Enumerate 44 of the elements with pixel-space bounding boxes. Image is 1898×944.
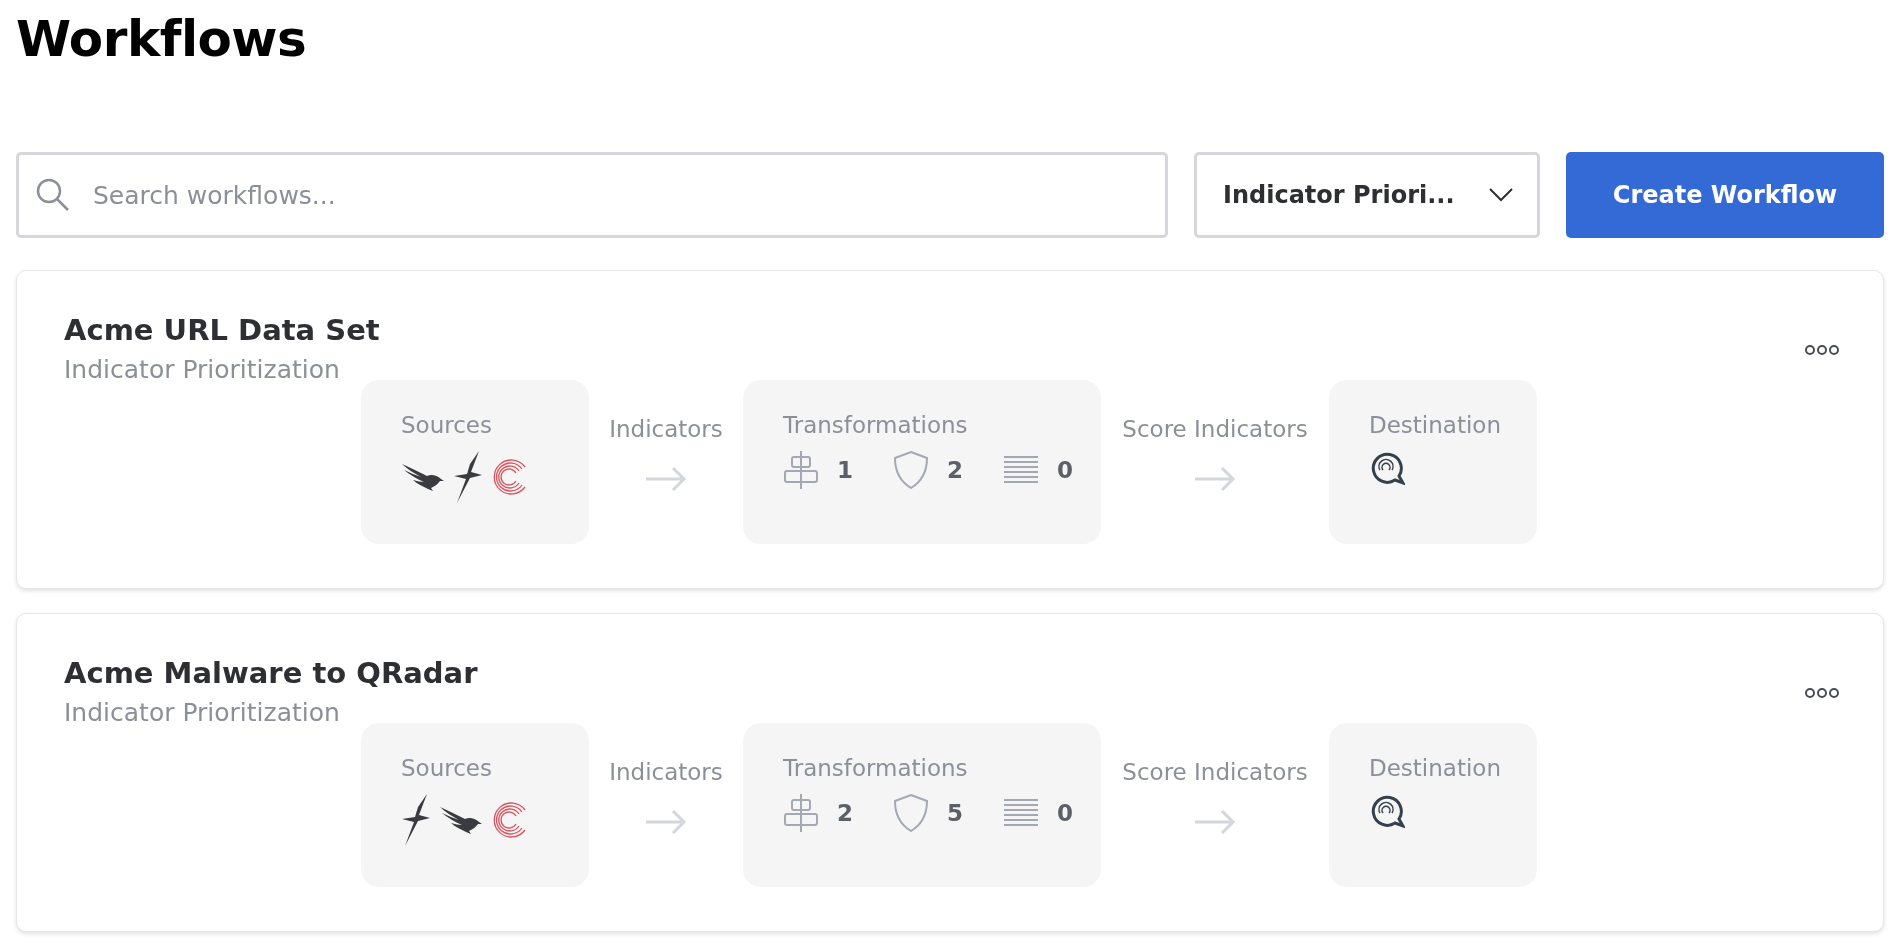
stage-label: Sources [401, 755, 493, 781]
q-rings-icon [1369, 450, 1405, 486]
more-options-icon[interactable] [1805, 345, 1839, 355]
count-label: 2 [947, 457, 964, 483]
count-label: 1 [837, 457, 853, 483]
count-label: 0 [1057, 457, 1074, 483]
workflow-type: Indicator Prioritization [64, 698, 341, 727]
stage-label: Destination [1369, 412, 1497, 438]
workflow-name[interactable]: Acme URL Data Set [64, 313, 1835, 347]
lines-icon [1003, 797, 1040, 829]
search-field[interactable]: Search workflows... [16, 152, 1168, 238]
workflow-type: Indicator Prioritization [64, 355, 341, 384]
split-icon [783, 793, 819, 833]
count-label: 2 [837, 800, 853, 826]
arrow-icon [1194, 809, 1236, 835]
search-icon [36, 178, 70, 212]
create-workflow-button[interactable]: Create Workflow [1566, 152, 1884, 238]
rings-icon [491, 457, 527, 497]
arrow-icon [1194, 466, 1236, 492]
chevron-down-icon [1489, 188, 1513, 202]
link-label: Score Indicators [1122, 416, 1308, 442]
bird-icon [401, 462, 445, 492]
bird-icon [439, 805, 483, 835]
count-label: 5 [947, 800, 964, 826]
rings-icon [491, 800, 527, 840]
more-options-icon[interactable] [1805, 688, 1839, 698]
page-title: Workflows [16, 10, 308, 68]
q-rings-icon [1369, 793, 1405, 829]
shield-icon [893, 793, 929, 833]
workflow-name[interactable]: Acme Malware to QRadar [64, 656, 1835, 690]
shield-icon [893, 450, 929, 490]
filter-dropdown[interactable]: Indicator Priori... [1194, 152, 1540, 238]
lines-icon [1003, 454, 1040, 486]
stage-label: Transformations [783, 412, 969, 438]
link-label: Indicators [609, 416, 723, 442]
stage-label: Sources [401, 412, 493, 438]
count-label: 0 [1057, 800, 1074, 826]
split-icon [783, 450, 819, 490]
arrow-icon [645, 466, 687, 492]
link-label: Score Indicators [1122, 759, 1308, 785]
stage-label: Destination [1369, 755, 1497, 781]
arrow-icon [645, 809, 687, 835]
stage-label: Transformations [783, 755, 969, 781]
link-label: Indicators [609, 759, 723, 785]
